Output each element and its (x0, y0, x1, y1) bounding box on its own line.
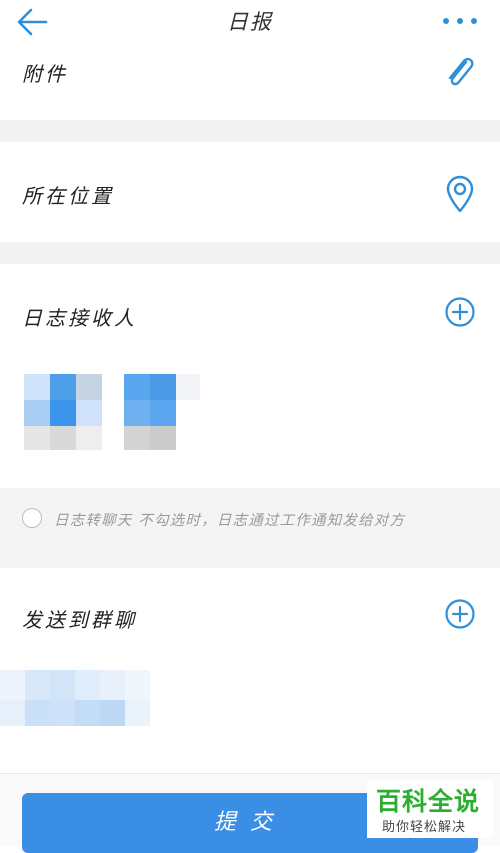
attachment-row[interactable]: 附件 (0, 44, 500, 120)
add-group-button[interactable] (444, 598, 476, 630)
page-title: 日报 (227, 10, 273, 34)
location-label: 所在位置 (22, 184, 114, 208)
receivers-label: 日志接收人 (22, 306, 137, 330)
avatar[interactable] (124, 374, 200, 450)
avatar[interactable] (24, 374, 102, 450)
paperclip-icon (448, 57, 474, 86)
watermark-title: 百科全说 (376, 787, 481, 816)
section-divider (0, 242, 500, 264)
more-dots-icon (443, 18, 477, 24)
chat-option-text: 日志转聊天 不勾选时，日志通过工作通知发给对方 (54, 513, 406, 529)
group-chat-item[interactable] (0, 670, 176, 730)
location-row[interactable]: 所在位置 (0, 142, 500, 242)
log-to-chat-radio[interactable] (22, 508, 42, 528)
attachment-label: 附件 (22, 62, 68, 86)
watermark-subtitle: 助你轻松解决 (382, 820, 467, 835)
group-chat-label: 发送到群聊 (22, 608, 137, 632)
add-receiver-button[interactable] (444, 296, 476, 328)
section-divider (0, 120, 500, 142)
location-pin-icon (446, 175, 474, 213)
more-button[interactable] (440, 8, 480, 34)
